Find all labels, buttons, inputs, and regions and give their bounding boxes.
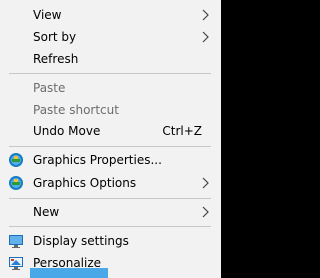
intel-graphics-icon	[9, 176, 23, 190]
menu-item-display-settings-label: Display settings	[33, 234, 129, 248]
chevron-right-icon	[202, 9, 209, 21]
menu-item-view-label: View	[33, 8, 62, 22]
menu-item-graphics-options[interactable]: Graphics Options	[0, 172, 221, 194]
menu-item-refresh-label: Refresh	[33, 52, 79, 66]
chevron-right-icon	[202, 206, 209, 218]
menu-item-view[interactable]: View	[0, 4, 221, 26]
intel-graphics-icon	[9, 153, 23, 167]
menu-item-graphics-options-label: Graphics Options	[33, 176, 137, 190]
chevron-right-icon	[202, 31, 209, 43]
menu-item-undo-move[interactable]: Undo Move Ctrl+Z	[0, 120, 221, 142]
menu-item-personalize[interactable]: Personalize	[0, 252, 221, 274]
menu-item-paste-label: Paste	[33, 81, 66, 95]
desktop-context-menu: View Sort by Refresh Paste Paste shortcu…	[0, 0, 221, 278]
personalize-monitor-icon	[9, 257, 23, 270]
menu-item-sort-by-label: Sort by	[33, 30, 77, 44]
desktop[interactable]: View Sort by Refresh Paste Paste shortcu…	[0, 0, 305, 278]
menu-separator	[9, 198, 211, 199]
menu-item-sort-by[interactable]: Sort by	[0, 26, 221, 48]
menu-separator	[9, 226, 211, 227]
menu-separator	[9, 73, 211, 74]
menu-item-undo-move-shortcut: Ctrl+Z	[162, 124, 202, 138]
menu-item-refresh[interactable]: Refresh	[0, 48, 221, 70]
menu-separator	[9, 146, 211, 147]
menu-item-paste-shortcut: Paste shortcut	[0, 99, 221, 121]
menu-item-graphics-properties-label: Graphics Properties...	[33, 153, 162, 167]
menu-item-undo-move-label: Undo Move	[33, 124, 101, 138]
menu-item-personalize-label: Personalize	[33, 256, 102, 270]
menu-item-graphics-properties[interactable]: Graphics Properties...	[0, 149, 221, 171]
menu-item-new[interactable]: New	[0, 201, 221, 223]
menu-item-display-settings[interactable]: Display settings	[0, 230, 221, 252]
menu-item-paste: Paste	[0, 77, 221, 99]
menu-item-new-label: New	[33, 205, 60, 219]
display-monitor-icon	[9, 235, 23, 248]
chevron-right-icon	[202, 177, 209, 189]
menu-item-paste-shortcut-label: Paste shortcut	[33, 103, 119, 117]
